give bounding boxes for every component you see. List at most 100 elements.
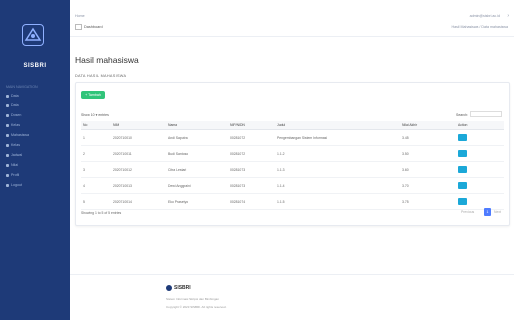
column-header[interactable]: Nama: [166, 121, 228, 130]
sidebar-item[interactable]: Kelas: [6, 143, 20, 147]
table-info: Showing 1 to 5 of 5 entries: [81, 211, 122, 215]
breadcrumb[interactable]: Dashboard: [84, 25, 103, 29]
user-menu[interactable]: admin@sisbri.ac.id: [470, 14, 500, 18]
table-cell: 2020710010: [111, 129, 166, 146]
action-cell: [456, 177, 504, 194]
sidebar-heading: MAIN NAVIGATION: [6, 85, 38, 89]
main-content: Home admin@sisbri.ac.id › Dashboard Hasi…: [70, 0, 514, 320]
pagination-current-page[interactable]: 1: [484, 208, 491, 216]
table-cell: 2020710014: [111, 193, 166, 210]
column-header[interactable]: NIP/NIDN: [228, 121, 275, 130]
table-cell: 00281074: [228, 193, 275, 210]
table-row: 2 2020710011 Budi Santoso 00281072 1.1.2…: [81, 145, 504, 162]
sidebar-item[interactable]: Logout: [6, 183, 22, 187]
edit-button[interactable]: [458, 198, 467, 205]
search-label: Search:: [456, 113, 469, 117]
edit-button[interactable]: [458, 166, 467, 173]
sidebar-item[interactable]: Mahasiswa: [6, 133, 29, 137]
edit-button[interactable]: [458, 182, 467, 189]
table-cell: 2020710012: [111, 161, 166, 178]
table-cell: Andi Saputra: [166, 129, 228, 146]
data-table: No NIM Nama NIP/NIDN Judul Nilai Akhir A…: [81, 121, 504, 210]
bullet-icon: [6, 143, 9, 147]
table-cell: 3.70: [400, 177, 456, 194]
table-cell: 00281073: [228, 161, 275, 178]
table-cell: 3: [81, 161, 111, 178]
sidebar-item-label: Data: [11, 103, 19, 107]
table-cell: Pengembangan Sistem Informasi: [275, 129, 400, 146]
sidebar-item-label: Data: [11, 94, 19, 98]
show-entries-select[interactable]: Show 10 ▾ entries: [81, 113, 109, 117]
action-cell: [456, 193, 504, 210]
home-link[interactable]: Home: [75, 14, 85, 18]
edit-button[interactable]: [458, 150, 467, 157]
column-header[interactable]: Action: [456, 121, 504, 130]
sidebar-item-label: Profil: [11, 173, 20, 177]
table-cell: 1: [81, 129, 111, 146]
sidebar-item-label: Kelas: [11, 143, 20, 147]
sidebar: SISBRI MAIN NAVIGATION Data Data Dosen K…: [0, 0, 70, 320]
table-cell: 1.1.2: [275, 145, 400, 162]
bullet-icon: [6, 94, 9, 98]
footer: SISBRI Sistem Informasi Skripsi dan Bimb…: [70, 274, 514, 321]
bullet-icon: [6, 133, 9, 137]
sidebar-item-label: Dosen: [11, 113, 22, 117]
sidebar-item[interactable]: Nilai: [6, 163, 18, 167]
column-header[interactable]: Judul: [275, 121, 400, 130]
table-cell: 3.75: [400, 193, 456, 210]
brand-name: SISBRI: [23, 63, 47, 69]
brand-logo-icon[interactable]: [22, 24, 44, 46]
bullet-icon: [6, 103, 9, 107]
column-header[interactable]: No: [81, 121, 111, 130]
table-cell: Budi Santoso: [166, 145, 228, 162]
table-cell: 2: [81, 145, 111, 162]
sidebar-item[interactable]: Data: [6, 103, 19, 107]
table-cell: 3.50: [400, 145, 456, 162]
table-cell: 1.1.4: [275, 177, 400, 194]
footer-logo-icon: [166, 285, 172, 291]
table-cell: Dewi Anggraini: [166, 177, 228, 194]
sidebar-item-label: Jadwal: [11, 153, 23, 157]
table-cell: Eko Prasetyo: [166, 193, 228, 210]
table-row: 3 2020710012 Citra Lestari 00281073 1.1.…: [81, 161, 504, 178]
bullet-icon: [6, 123, 9, 127]
add-button[interactable]: + Tambah: [81, 91, 105, 99]
sidebar-item[interactable]: Profil: [6, 173, 19, 177]
breadcrumb-trail: Hasil Mahasiswa / Data mahasiswa: [451, 25, 508, 29]
table-cell: 2020710013: [111, 177, 166, 194]
table-cell: 00281072: [228, 145, 275, 162]
table-cell: 3.60: [400, 161, 456, 178]
sidebar-item[interactable]: Jadwal: [6, 153, 22, 157]
column-header[interactable]: NIM: [111, 121, 166, 130]
table-cell: 3.45: [400, 129, 456, 146]
table-cell: 2020710011: [111, 145, 166, 162]
table-cell: 1.1.3: [275, 161, 400, 178]
checkbox-icon[interactable]: [75, 24, 82, 30]
bullet-icon: [6, 163, 9, 167]
search-input[interactable]: [470, 111, 502, 117]
footer-copyright: Copyright © 2023 SISBRI. All rights rese…: [166, 305, 227, 309]
sidebar-item-label: Mahasiswa: [11, 133, 29, 137]
pagination-previous[interactable]: Previous: [461, 210, 474, 214]
bullet-icon: [6, 153, 9, 157]
bullet-icon: [6, 173, 9, 177]
sidebar-item-label: Nilai: [11, 163, 18, 167]
column-header[interactable]: Nilai Akhir: [400, 121, 456, 130]
pagination-next[interactable]: Next: [494, 210, 501, 214]
table-row: 1 2020710010 Andi Saputra 00281072 Penge…: [81, 129, 504, 146]
sidebar-item[interactable]: Kelas: [6, 123, 20, 127]
table-row: 5 2020710014 Eko Prasetyo 00281074 1.1.5…: [81, 193, 504, 210]
chevron-right-icon[interactable]: ›: [507, 13, 509, 19]
sidebar-item[interactable]: Dosen: [6, 113, 21, 117]
table-row: 4 2020710013 Dewi Anggraini 00281073 1.1…: [81, 177, 504, 194]
action-cell: [456, 161, 504, 178]
data-card: + Tambah Show 10 ▾ entries Search: No NI…: [75, 82, 510, 226]
edit-button[interactable]: [458, 134, 467, 141]
bullet-icon: [6, 113, 9, 117]
footer-text: Sistem Informasi Skripsi dan Bimbingan: [166, 297, 220, 301]
table-cell: 00281072: [228, 129, 275, 146]
sidebar-item[interactable]: Data: [6, 94, 19, 98]
section-title: DATA HASIL MAHASISWA: [75, 74, 127, 78]
table-cell: 4: [81, 177, 111, 194]
table-cell: 00281073: [228, 177, 275, 194]
